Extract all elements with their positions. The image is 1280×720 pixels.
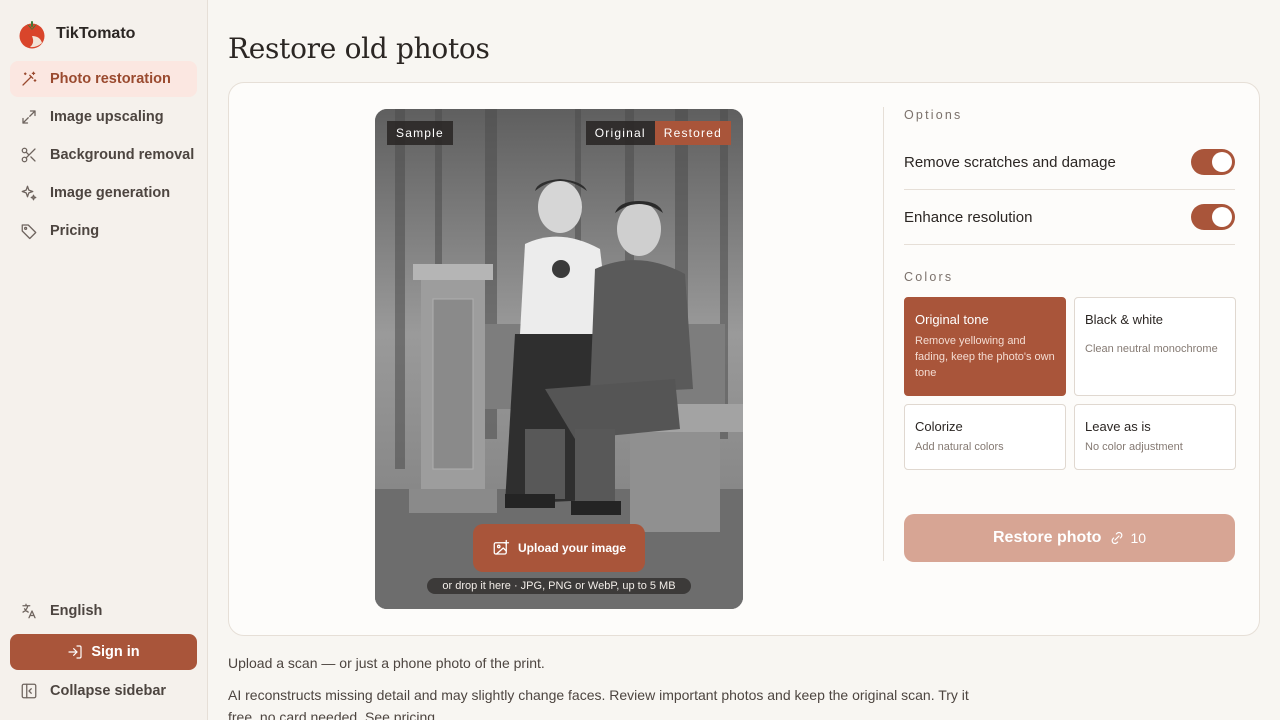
see-pricing-link[interactable]: See pricing xyxy=(365,709,435,720)
enhance-resolution-toggle[interactable] xyxy=(1191,204,1235,230)
restore-photo-button[interactable]: Restore photo 10 xyxy=(904,514,1235,562)
scissors-icon xyxy=(21,147,36,163)
color-option-leave-as-is[interactable]: Leave as is No color adjustment xyxy=(1074,404,1236,470)
sidebar-item-photo-restoration[interactable]: Photo restoration xyxy=(10,61,197,97)
sign-in-icon xyxy=(68,645,82,659)
sidebar-item-background-removal[interactable]: Background removal xyxy=(10,137,197,173)
option-remove-scratches: Remove scratches and damage xyxy=(904,135,1235,190)
restore-card: Sample Original Restored Upload your ima… xyxy=(228,82,1260,636)
sidebar-item-image-upscaling[interactable]: Image upscaling xyxy=(10,99,197,135)
color-option-original-tone[interactable]: Original tone Remove yellowing and fadin… xyxy=(904,297,1066,396)
footnote-upload-tip: Upload a scan — or just a phone photo of… xyxy=(228,655,545,671)
sidebar-item-label: Pricing xyxy=(50,223,100,239)
brand[interactable]: TikTomato xyxy=(18,19,135,49)
panel-divider xyxy=(883,107,884,561)
credits-count: 10 xyxy=(1130,530,1147,546)
remove-scratches-toggle[interactable] xyxy=(1191,149,1235,175)
magic-wand-icon xyxy=(22,71,37,86)
translate-icon xyxy=(22,603,36,619)
footnote-disclaimer: AI reconstructs missing detail and may s… xyxy=(228,684,998,720)
brand-name: TikTomato xyxy=(56,25,136,42)
sidebar-item-label: Image generation xyxy=(50,185,171,201)
drop-hint: or drop it here · JPG, PNG or WebP, up t… xyxy=(427,578,691,594)
language-selector[interactable]: English xyxy=(20,602,102,620)
color-option-desc: Add natural colors xyxy=(915,441,1004,453)
page-title: Restore old photos xyxy=(228,32,490,65)
option-label: Remove scratches and damage xyxy=(904,153,1116,171)
sidebar: TikTomato Photo restoration Image upscal… xyxy=(0,0,208,720)
color-option-title: Black & white xyxy=(1085,312,1164,327)
option-label: Enhance resolution xyxy=(904,208,1033,226)
restored-tab[interactable]: Restored xyxy=(654,121,731,145)
original-tab[interactable]: Original xyxy=(585,121,655,145)
collapse-sidebar-button[interactable]: Collapse sidebar xyxy=(20,682,166,700)
sidebar-nav: Photo restoration Image upscaling Backgr… xyxy=(10,61,197,251)
color-option-title: Leave as is xyxy=(1085,419,1151,434)
sidebar-item-pricing[interactable]: Pricing xyxy=(10,213,197,249)
upload-label: Upload your image xyxy=(517,541,627,555)
color-option-desc: Clean neutral monochrome xyxy=(1085,343,1218,355)
sidebar-collapse-icon xyxy=(21,683,37,699)
sidebar-item-image-generation[interactable]: Image generation xyxy=(10,175,197,211)
sign-in-label: Sign in xyxy=(91,644,140,660)
restore-label: Restore photo xyxy=(992,529,1102,546)
compare-toggle: Original Restored xyxy=(585,121,731,145)
image-add-icon xyxy=(493,539,510,555)
color-option-title: Original tone xyxy=(915,312,989,327)
sidebar-item-label: Background removal xyxy=(50,147,195,163)
footnote-disclaimer-text: AI reconstructs missing detail and may s… xyxy=(228,687,969,720)
colors-section-label: Colors xyxy=(904,270,954,284)
sidebar-item-label: Image upscaling xyxy=(50,109,164,125)
tag-icon xyxy=(21,224,37,240)
option-enhance-resolution: Enhance resolution xyxy=(904,190,1235,245)
sample-tag: Sample xyxy=(387,121,453,145)
sidebar-item-label: Photo restoration xyxy=(50,71,171,87)
credit-coin-icon xyxy=(1112,531,1123,545)
color-option-black-white[interactable]: Black & white Clean neutral monochrome xyxy=(1074,297,1236,396)
collapse-label: Collapse sidebar xyxy=(50,683,167,699)
options-section-label: Options xyxy=(904,108,963,122)
sparkles-icon xyxy=(21,185,37,201)
tomato-logo-icon xyxy=(19,21,45,49)
expand-arrows-icon xyxy=(22,110,36,124)
credits-cost: 10 xyxy=(1109,530,1146,546)
color-option-desc: No color adjustment xyxy=(1085,441,1183,453)
upload-image-button[interactable]: Upload your image xyxy=(473,524,645,572)
color-option-desc: Remove yellowing and fading, keep the ph… xyxy=(915,335,1055,379)
sample-photo-preview[interactable]: Sample Original Restored Upload your ima… xyxy=(375,109,743,609)
color-option-colorize[interactable]: Colorize Add natural colors xyxy=(904,404,1066,470)
language-label: English xyxy=(50,603,103,619)
color-option-title: Colorize xyxy=(915,419,963,434)
sign-in-button[interactable]: Sign in xyxy=(10,634,197,670)
